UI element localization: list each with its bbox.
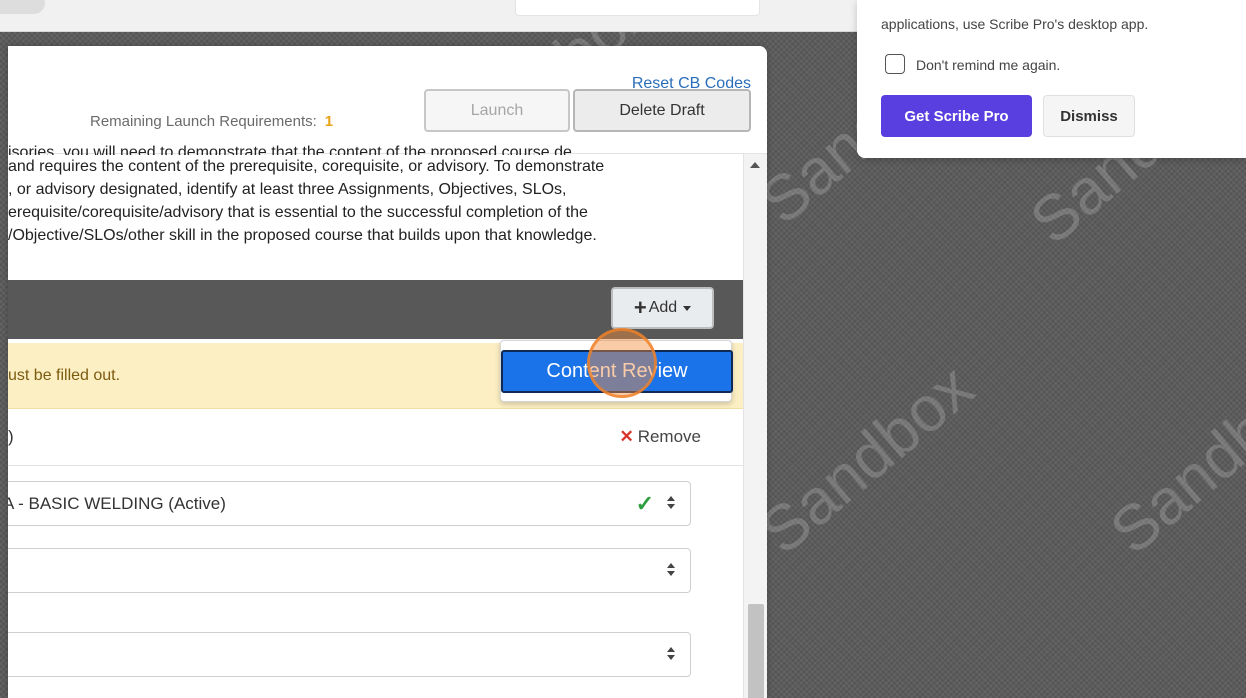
select-arrows-icon — [666, 645, 676, 665]
panel-header: Reset CB Codes Remaining Launch Requirem… — [8, 46, 767, 154]
close-icon: ✕ — [619, 427, 634, 446]
remove-label: Remove — [637, 427, 701, 446]
instruction-line: isories, you will need to demonstrate th… — [8, 144, 572, 155]
delete-draft-button[interactable]: Delete Draft — [573, 89, 751, 132]
remaining-requirements: Remaining Launch Requirements: 1 — [90, 113, 333, 130]
dont-remind-label[interactable]: Don't remind me again. — [916, 57, 1060, 73]
warning-text: ust be filled out. — [8, 367, 121, 384]
get-scribe-pro-button[interactable]: Get Scribe Pro — [881, 95, 1032, 137]
content-review-menu-item[interactable]: Content Review — [501, 350, 733, 393]
requisite-extra-select[interactable] — [8, 632, 691, 677]
launch-button[interactable]: Launch — [424, 89, 570, 132]
instruction-line: erequisite/corequisite/advisory that is … — [8, 204, 588, 221]
requisite-instructions: isories, you will need to demonstrate th… — [8, 144, 743, 247]
scroll-thumb[interactable] — [748, 604, 764, 698]
add-dropdown-menu: Content Review — [500, 340, 733, 402]
dont-remind-checkbox[interactable] — [885, 54, 905, 74]
requisite-type-select[interactable] — [8, 548, 691, 593]
scroll-up-arrow-icon[interactable] — [750, 162, 760, 168]
notification-text: applications, use Scribe Pro's desktop a… — [881, 16, 1149, 32]
panel-scrollbar[interactable] — [743, 154, 767, 698]
requisite-course-select[interactable]: A - BASIC WELDING (Active) ✓ — [8, 481, 691, 526]
select-arrows-icon — [666, 494, 676, 514]
caret-down-icon — [683, 305, 692, 311]
instruction-line: and requires the content of the prerequi… — [8, 158, 605, 175]
tab-stub[interactable] — [515, 0, 760, 16]
remaining-label: Remaining Launch Requirements: — [90, 113, 317, 130]
scribe-notification-card: applications, use Scribe Pro's desktop a… — [857, 0, 1246, 158]
remove-requisite-button[interactable]: ✕ Remove — [619, 427, 701, 447]
tab-pill[interactable] — [0, 0, 45, 14]
check-icon: ✓ — [635, 491, 654, 516]
requisite-toolbar: + Add — [8, 280, 743, 339]
requisite-heading: ) — [8, 427, 14, 446]
requisite-row-header: ) ✕ Remove — [8, 409, 743, 466]
select-value: A - BASIC WELDING (Active) — [8, 494, 226, 513]
instruction-line: /Objective/SLOs/other skill in the propo… — [8, 227, 597, 244]
add-label: Add — [648, 299, 678, 316]
watermark: Sandbox — [746, 350, 987, 568]
add-dropdown-button[interactable]: + Add — [611, 287, 714, 329]
watermark: Sandbox — [1096, 350, 1246, 568]
dismiss-button[interactable]: Dismiss — [1043, 95, 1135, 137]
remaining-count: 1 — [324, 113, 334, 130]
instruction-line: , or advisory designated, identify at le… — [8, 181, 567, 198]
select-arrows-icon — [666, 561, 676, 581]
plus-icon: + — [633, 295, 647, 320]
